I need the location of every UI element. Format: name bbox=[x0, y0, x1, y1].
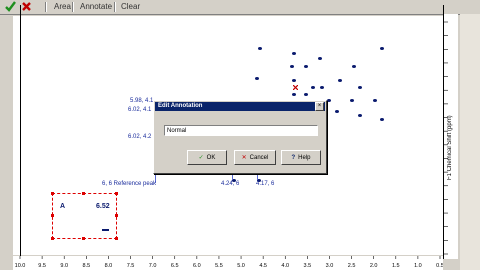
peak bbox=[352, 65, 356, 68]
bottom-axis-tick-label: 3.0 bbox=[326, 263, 334, 269]
resize-handle[interactable] bbox=[51, 214, 54, 217]
resize-handle[interactable] bbox=[82, 237, 85, 240]
ok-button[interactable]: ✓ OK bbox=[187, 150, 227, 165]
peak bbox=[304, 93, 308, 96]
bottom-axis-tick-label: 8.0 bbox=[105, 263, 113, 269]
bottom-axis-tick-label: 4.0 bbox=[281, 263, 289, 269]
check-icon: ✓ bbox=[198, 155, 204, 161]
dialog-title: Edit Annotation bbox=[155, 102, 325, 111]
bottom-axis-tick-label: 9.5 bbox=[38, 263, 46, 269]
bottom-axis-tick-label: 0.5 bbox=[436, 263, 443, 269]
close-icon[interactable]: × bbox=[315, 102, 324, 111]
ok-button-label: OK bbox=[206, 155, 216, 161]
peak bbox=[327, 99, 331, 102]
check-icon[interactable] bbox=[4, 0, 17, 13]
peak bbox=[292, 79, 296, 82]
bottom-axis-tick-label: 7.5 bbox=[127, 263, 135, 269]
bottom-axis-tick-label: 6.0 bbox=[193, 263, 201, 269]
edit-annotation-dialog: Edit Annotation × Normal ✓ OK ✕ Cancel ? He… bbox=[153, 100, 327, 174]
bottom-axis-tick-label: 8.5 bbox=[82, 263, 90, 269]
bottom-axis-tick-label: 3.5 bbox=[304, 263, 312, 269]
resize-handle[interactable] bbox=[115, 214, 118, 217]
bottom-axis-tick-label: 1.5 bbox=[392, 263, 400, 269]
peak bbox=[380, 118, 384, 121]
annotation-label[interactable]: 4.17, 6 bbox=[256, 181, 274, 187]
bottom-axis-tick-label: 9.0 bbox=[60, 263, 68, 269]
peak bbox=[255, 77, 259, 80]
peak bbox=[335, 110, 339, 113]
peak bbox=[318, 57, 322, 60]
resize-handle[interactable] bbox=[51, 237, 54, 240]
help-button[interactable]: ? Help bbox=[281, 150, 321, 165]
bottom-axis-tick-label: 2.5 bbox=[348, 263, 356, 269]
selection-peak bbox=[102, 229, 109, 231]
bottom-axis-tick-label: 5.5 bbox=[215, 263, 223, 269]
peak bbox=[292, 52, 296, 55]
help-button-label: Help bbox=[298, 155, 311, 161]
vertical-scrollbar[interactable] bbox=[460, 14, 480, 270]
peak bbox=[338, 79, 342, 82]
annotation-label[interactable]: 4.24, 6 bbox=[221, 181, 239, 187]
peak bbox=[258, 47, 262, 50]
bottom-axis-ticks: 10.0 9.5 9.0 8.5 8.0 7.5 7.0 6.5 6.0 5.5 5.0 4.5 4.0… bbox=[15, 256, 443, 269]
peak bbox=[380, 47, 384, 50]
cancel-button[interactable]: ✕ Cancel bbox=[234, 150, 276, 165]
peak bbox=[290, 65, 294, 68]
resize-handle[interactable] bbox=[51, 192, 54, 195]
annotation-text-input[interactable]: Normal bbox=[164, 125, 318, 136]
annotation-label[interactable]: 5.98, 4.1 bbox=[130, 98, 153, 104]
peak bbox=[304, 65, 308, 68]
bottom-axis-tick-label: 10.0 bbox=[15, 263, 26, 269]
cross-icon: ✕ bbox=[241, 155, 247, 161]
bottom-axis-tick-label: 7.0 bbox=[149, 263, 157, 269]
bottom-axis-tick-label: 2.0 bbox=[370, 263, 378, 269]
bottom-axis-tick-label: 5.0 bbox=[237, 263, 245, 269]
peak bbox=[311, 86, 315, 89]
resize-handle[interactable] bbox=[82, 192, 85, 195]
resize-handle[interactable] bbox=[115, 237, 118, 240]
peak bbox=[358, 86, 362, 89]
bottom-axis-tick-label: 6.5 bbox=[171, 263, 179, 269]
cancel-button-label: Cancel bbox=[249, 155, 269, 161]
resize-handle[interactable] bbox=[115, 192, 118, 195]
annotation-label[interactable]: 6, 6 Reference peak bbox=[102, 181, 156, 187]
selection-peak-label: A bbox=[60, 203, 66, 210]
peak bbox=[292, 93, 296, 96]
right-axis-label: F1 Chemical Shift (ppm) bbox=[447, 115, 453, 180]
peak bbox=[373, 99, 377, 102]
peak bbox=[358, 114, 362, 117]
help-icon: ? bbox=[291, 155, 296, 161]
peak bbox=[320, 86, 324, 89]
selection-peak-label: 6.52 bbox=[96, 203, 110, 210]
bottom-axis: 10.0 9.5 9.0 8.5 8.0 7.5 7.0 6.5 6.0 5.5 5.0 4.5 4.0… bbox=[13, 256, 443, 270]
annotation-label[interactable]: 6.02, 4.2 bbox=[128, 134, 151, 140]
reference-marker-icon bbox=[293, 85, 298, 90]
bottom-axis-tick-label: 4.5 bbox=[259, 263, 267, 269]
peak bbox=[350, 99, 354, 102]
annotation-label[interactable]: 6.02, 4.1 bbox=[128, 107, 151, 113]
bottom-axis-tick-label: 1.0 bbox=[414, 263, 422, 269]
selection-box[interactable]: A 6.52 bbox=[51, 192, 118, 240]
